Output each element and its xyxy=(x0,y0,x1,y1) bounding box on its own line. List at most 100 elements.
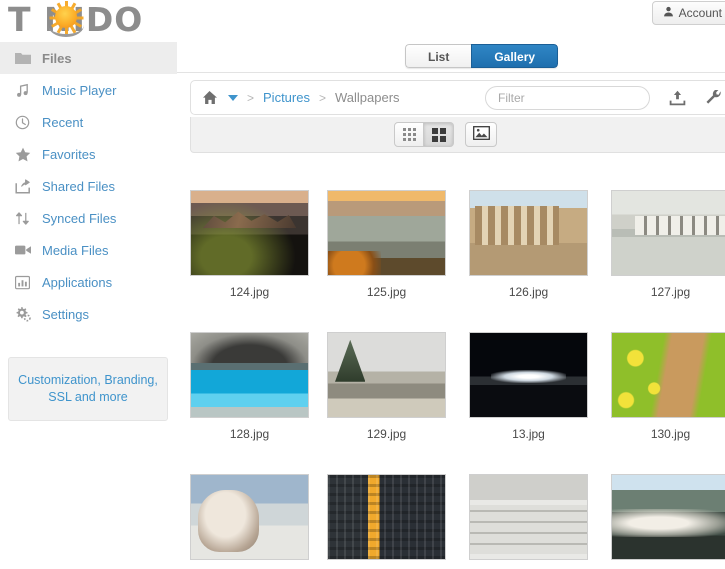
gallery-item[interactable]: 130.jpg xyxy=(602,332,725,441)
sidebar-item-applications[interactable]: Applications xyxy=(0,266,177,298)
breadcrumb-pictures[interactable]: Pictures xyxy=(263,90,310,105)
file-name: 126.jpg xyxy=(508,285,549,299)
thumbnail[interactable] xyxy=(611,190,725,276)
promo-text: Customization, Branding, SSL and more xyxy=(18,373,158,404)
thumbnail[interactable] xyxy=(611,474,725,560)
breadcrumb-separator: > xyxy=(247,90,255,105)
app-logo[interactable]: T NIDO xyxy=(8,0,143,40)
view-tab-row: List Gallery xyxy=(177,42,725,73)
image-icon xyxy=(472,126,490,143)
sidebar-item-files[interactable]: Files xyxy=(0,42,177,74)
gallery-item[interactable]: 124.jpg xyxy=(181,190,318,299)
gallery-item[interactable]: 128.jpg xyxy=(181,332,318,441)
sidebar-item-label: Files xyxy=(42,50,72,66)
thumbnail-image xyxy=(328,333,445,417)
sidebar-item-label: Synced Files xyxy=(42,210,117,226)
filter-input[interactable] xyxy=(485,85,650,110)
thumbnail-image xyxy=(470,191,587,275)
thumbnail-image xyxy=(470,475,587,559)
sidebar-item-media-files[interactable]: Media Files xyxy=(0,234,177,266)
gears-icon xyxy=(14,306,31,323)
thumbnail-image xyxy=(612,475,725,559)
thumbnail-image xyxy=(191,333,308,417)
thumbnail[interactable] xyxy=(327,190,446,276)
promo-banner[interactable]: Customization, Branding, SSL and more xyxy=(8,357,168,421)
sidebar-item-recent[interactable]: Recent xyxy=(0,106,177,138)
file-name: 130.jpg xyxy=(650,427,691,441)
home-icon[interactable] xyxy=(201,90,218,105)
bar-chart-icon xyxy=(14,274,31,291)
thumbnail[interactable] xyxy=(190,332,309,418)
sidebar-item-label: Shared Files xyxy=(42,178,115,194)
sidebar-item-music-player[interactable]: Music Player xyxy=(0,74,177,106)
single-image-view-button[interactable] xyxy=(465,122,497,147)
sidebar-item-label: Media Files xyxy=(42,242,109,258)
star-icon xyxy=(14,146,31,163)
sidebar-item-label: Favorites xyxy=(42,146,96,162)
gallery-item[interactable]: 126.jpg xyxy=(460,190,597,299)
thumbnail-image xyxy=(612,333,725,417)
account-button[interactable]: Account xyxy=(651,1,725,25)
user-icon xyxy=(663,6,674,20)
main-content: List Gallery > Pictures > Wallpapers Fil… xyxy=(177,42,725,566)
thumbnail-image xyxy=(191,475,308,559)
music-note-icon xyxy=(14,82,31,99)
breadcrumb-bar: > Pictures > Wallpapers xyxy=(190,80,725,115)
breadcrumb-wallpapers[interactable]: Wallpapers xyxy=(335,90,400,105)
large-grid-icon xyxy=(431,127,446,142)
gallery-grid: 124.jpg 125.jpg 126.jpg 127.jpg 128.jpg … xyxy=(177,190,725,566)
sidebar-item-label: Settings xyxy=(42,306,89,322)
chevron-down-icon[interactable] xyxy=(228,94,238,101)
share-icon xyxy=(14,178,31,195)
gallery-item[interactable]: 129.jpg xyxy=(318,332,455,441)
thumbnail[interactable] xyxy=(190,190,309,276)
small-grid-icon xyxy=(402,128,416,141)
gallery-item[interactable] xyxy=(602,474,725,569)
view-mode-group xyxy=(394,122,497,147)
breadcrumb-separator: > xyxy=(318,90,326,105)
gallery-item[interactable]: 127.jpg xyxy=(602,190,725,299)
list-gallery-toggle: List Gallery xyxy=(405,44,559,68)
sun-logo-icon xyxy=(48,1,84,37)
small-grid-view-button[interactable] xyxy=(394,122,424,147)
thumbnail[interactable] xyxy=(327,474,446,560)
sidebar-item-settings[interactable]: Settings xyxy=(0,298,177,330)
wrench-icon[interactable] xyxy=(705,89,722,106)
tab-gallery[interactable]: Gallery xyxy=(471,44,559,68)
clock-icon xyxy=(14,114,31,131)
upload-icon[interactable] xyxy=(669,90,686,106)
sync-arrows-icon xyxy=(14,210,31,227)
thumbnail[interactable] xyxy=(611,332,725,418)
account-label: Account xyxy=(678,6,722,20)
thumbnail-image xyxy=(328,475,445,559)
sidebar-item-shared-files[interactable]: Shared Files xyxy=(0,170,177,202)
gallery-item[interactable]: 13.jpg xyxy=(460,332,597,441)
gallery-item[interactable] xyxy=(460,474,597,569)
thumbnail[interactable] xyxy=(190,474,309,560)
thumbnail[interactable] xyxy=(327,332,446,418)
thumbnail[interactable] xyxy=(469,190,588,276)
folder-icon xyxy=(14,50,31,67)
gallery-item[interactable]: 125.jpg xyxy=(318,190,455,299)
sidebar: Files Music Player Recent Favorites Shar xyxy=(0,42,178,566)
file-name: 125.jpg xyxy=(366,285,407,299)
tonido-file-manager: T NIDO Account Files Music Player Recent… xyxy=(0,0,725,566)
sidebar-item-synced-files[interactable]: Synced Files xyxy=(0,202,177,234)
sidebar-item-label: Applications xyxy=(42,274,113,290)
thumbnail[interactable] xyxy=(469,332,588,418)
gallery-item[interactable] xyxy=(318,474,455,569)
gallery-item[interactable] xyxy=(181,474,318,569)
top-bar: T NIDO Account xyxy=(0,0,725,42)
file-name: 124.jpg xyxy=(229,285,270,299)
thumbnail[interactable] xyxy=(469,474,588,560)
view-mode-bar xyxy=(190,117,725,153)
sidebar-item-label: Music Player xyxy=(42,82,117,98)
large-grid-view-button[interactable] xyxy=(424,122,454,147)
tab-list[interactable]: List xyxy=(405,44,472,68)
thumbnail-image xyxy=(612,191,725,275)
sidebar-item-label: Recent xyxy=(42,114,84,130)
thumbnail-image xyxy=(191,191,308,275)
file-name: 129.jpg xyxy=(366,427,407,441)
sidebar-item-favorites[interactable]: Favorites xyxy=(0,138,177,170)
file-name: 13.jpg xyxy=(512,427,545,441)
